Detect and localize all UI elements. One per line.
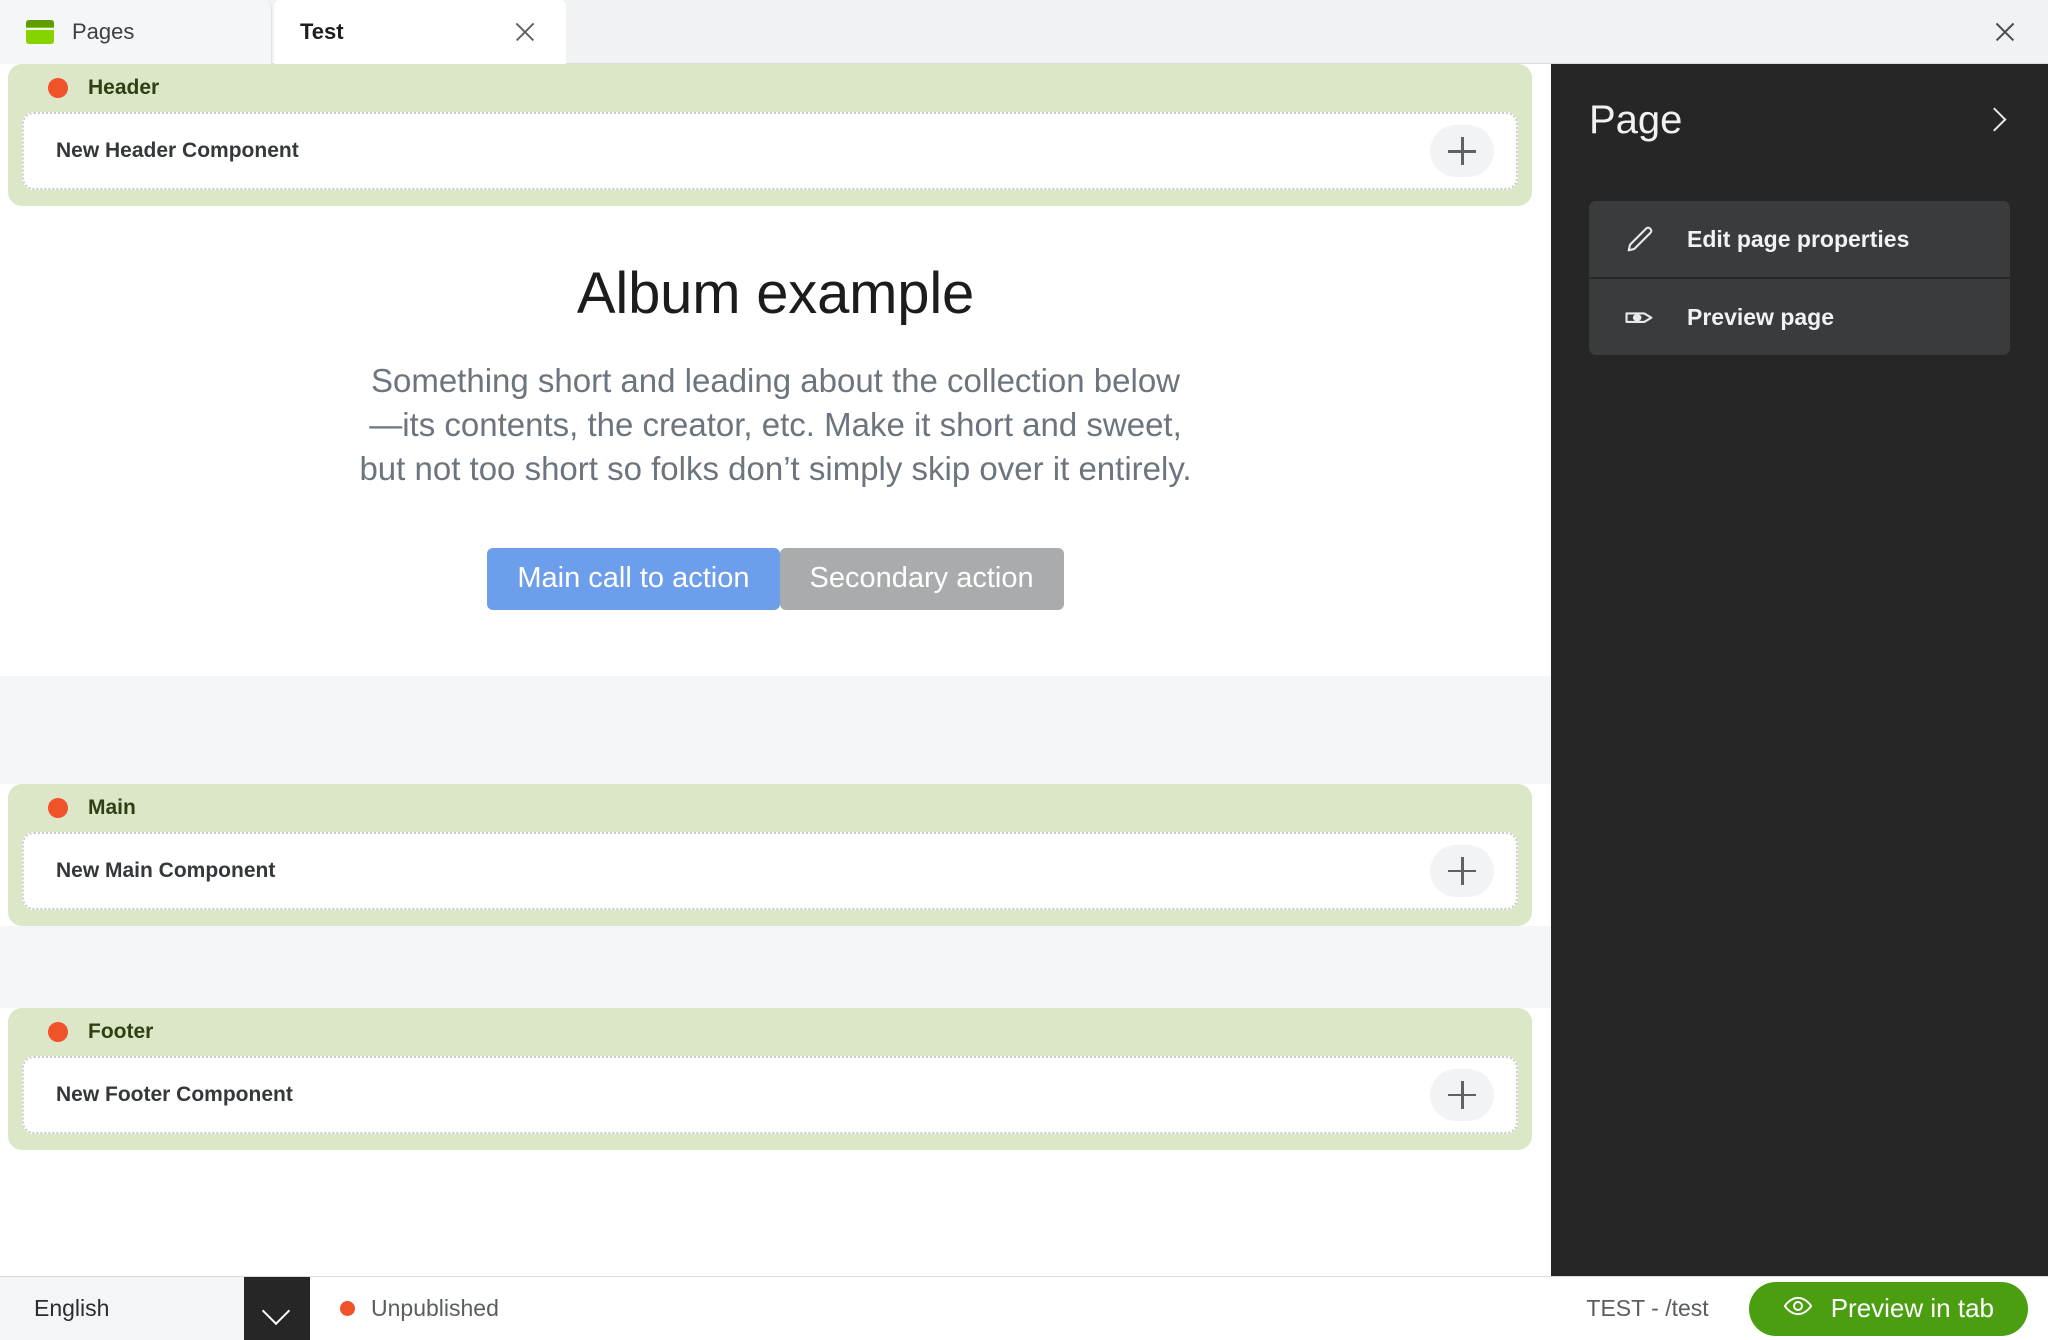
chevron-right-icon[interactable]	[1982, 109, 2004, 131]
page-canvas: Header New Header Component Album exampl…	[0, 64, 1551, 1276]
plus-icon[interactable]	[1430, 845, 1494, 897]
component-slot-header-label: New Header Component	[56, 139, 299, 163]
component-slot-main-label: New Main Component	[56, 859, 275, 883]
page-path-label: TEST - /test	[1586, 1295, 1708, 1322]
plus-icon[interactable]	[1430, 1069, 1494, 1121]
section-spacer	[0, 676, 1551, 784]
publish-status-label: Unpublished	[371, 1295, 499, 1322]
hero-paragraph: Something short and leading about the co…	[356, 359, 1196, 492]
hero-section: Album example Something short and leadin…	[0, 206, 1551, 676]
page-panel: Page Edit page properties	[1551, 64, 2048, 1276]
status-dot-icon	[48, 1022, 68, 1042]
tab-test[interactable]: Test	[274, 0, 566, 64]
tab-pages-label: Pages	[72, 19, 134, 45]
tab-pages[interactable]: Pages	[0, 0, 272, 64]
region-header-foot	[8, 190, 1532, 206]
chevron-down-icon[interactable]	[244, 1277, 310, 1340]
page-panel-menu: Edit page properties Preview page	[1589, 201, 2010, 355]
status-dot-icon	[48, 78, 68, 98]
region-footer-head: Footer	[8, 1008, 1532, 1056]
region-main[interactable]: Main New Main Component	[8, 784, 1532, 926]
tab-bar: Pages Test	[0, 0, 2048, 64]
publish-status: Unpublished	[340, 1295, 499, 1322]
preview-in-tab-label: Preview in tab	[1831, 1293, 1994, 1324]
main-call-to-action-button[interactable]: Main call to action	[487, 548, 779, 610]
eye-icon	[1623, 300, 1657, 334]
page-title: Page	[1589, 98, 1682, 143]
menu-item-edit-page-properties-label: Edit page properties	[1687, 226, 1909, 253]
tab-close-icon[interactable]	[510, 17, 540, 47]
status-dot-icon	[48, 798, 68, 818]
eye-icon	[1783, 1291, 1813, 1326]
region-header[interactable]: Header New Header Component	[8, 64, 1532, 206]
component-slot-main[interactable]: New Main Component	[22, 832, 1518, 910]
hero-heading: Album example	[0, 260, 1551, 327]
canvas-bottom-spacer	[0, 1150, 1551, 1176]
status-dot-icon	[340, 1301, 355, 1316]
region-footer-title: Footer	[88, 1020, 153, 1044]
app-root: Pages Test Header New Header Component A…	[0, 0, 2048, 1340]
region-footer[interactable]: Footer New Footer Component	[8, 1008, 1532, 1150]
pages-icon	[26, 20, 54, 44]
component-slot-footer[interactable]: New Footer Component	[22, 1056, 1518, 1134]
language-select[interactable]: English	[0, 1277, 310, 1340]
component-slot-footer-label: New Footer Component	[56, 1083, 293, 1107]
tab-test-label: Test	[300, 19, 344, 45]
preview-in-tab-button[interactable]: Preview in tab	[1749, 1282, 2028, 1336]
component-slot-header[interactable]: New Header Component	[22, 112, 1518, 190]
region-header-head: Header	[8, 64, 1532, 112]
region-main-title: Main	[88, 796, 136, 820]
section-spacer	[0, 926, 1551, 1008]
hero-actions: Main call to action Secondary action	[0, 548, 1551, 610]
language-select-value: English	[0, 1277, 244, 1340]
region-main-foot	[8, 910, 1532, 926]
region-main-head: Main	[8, 784, 1532, 832]
pencil-icon	[1623, 222, 1657, 256]
region-footer-foot	[8, 1134, 1532, 1150]
menu-item-preview-page[interactable]: Preview page	[1589, 279, 2010, 355]
plus-icon[interactable]	[1430, 125, 1494, 177]
menu-item-edit-page-properties[interactable]: Edit page properties	[1589, 201, 2010, 277]
region-header-title: Header	[88, 76, 159, 100]
window-close-icon[interactable]	[1990, 17, 2020, 47]
page-panel-header: Page	[1551, 64, 2048, 176]
status-bar-right: TEST - /test Preview in tab	[1586, 1282, 2048, 1336]
secondary-action-button[interactable]: Secondary action	[780, 548, 1064, 610]
menu-item-preview-page-label: Preview page	[1687, 304, 1834, 331]
status-bar: English Unpublished TEST - /test Preview…	[0, 1276, 2048, 1340]
